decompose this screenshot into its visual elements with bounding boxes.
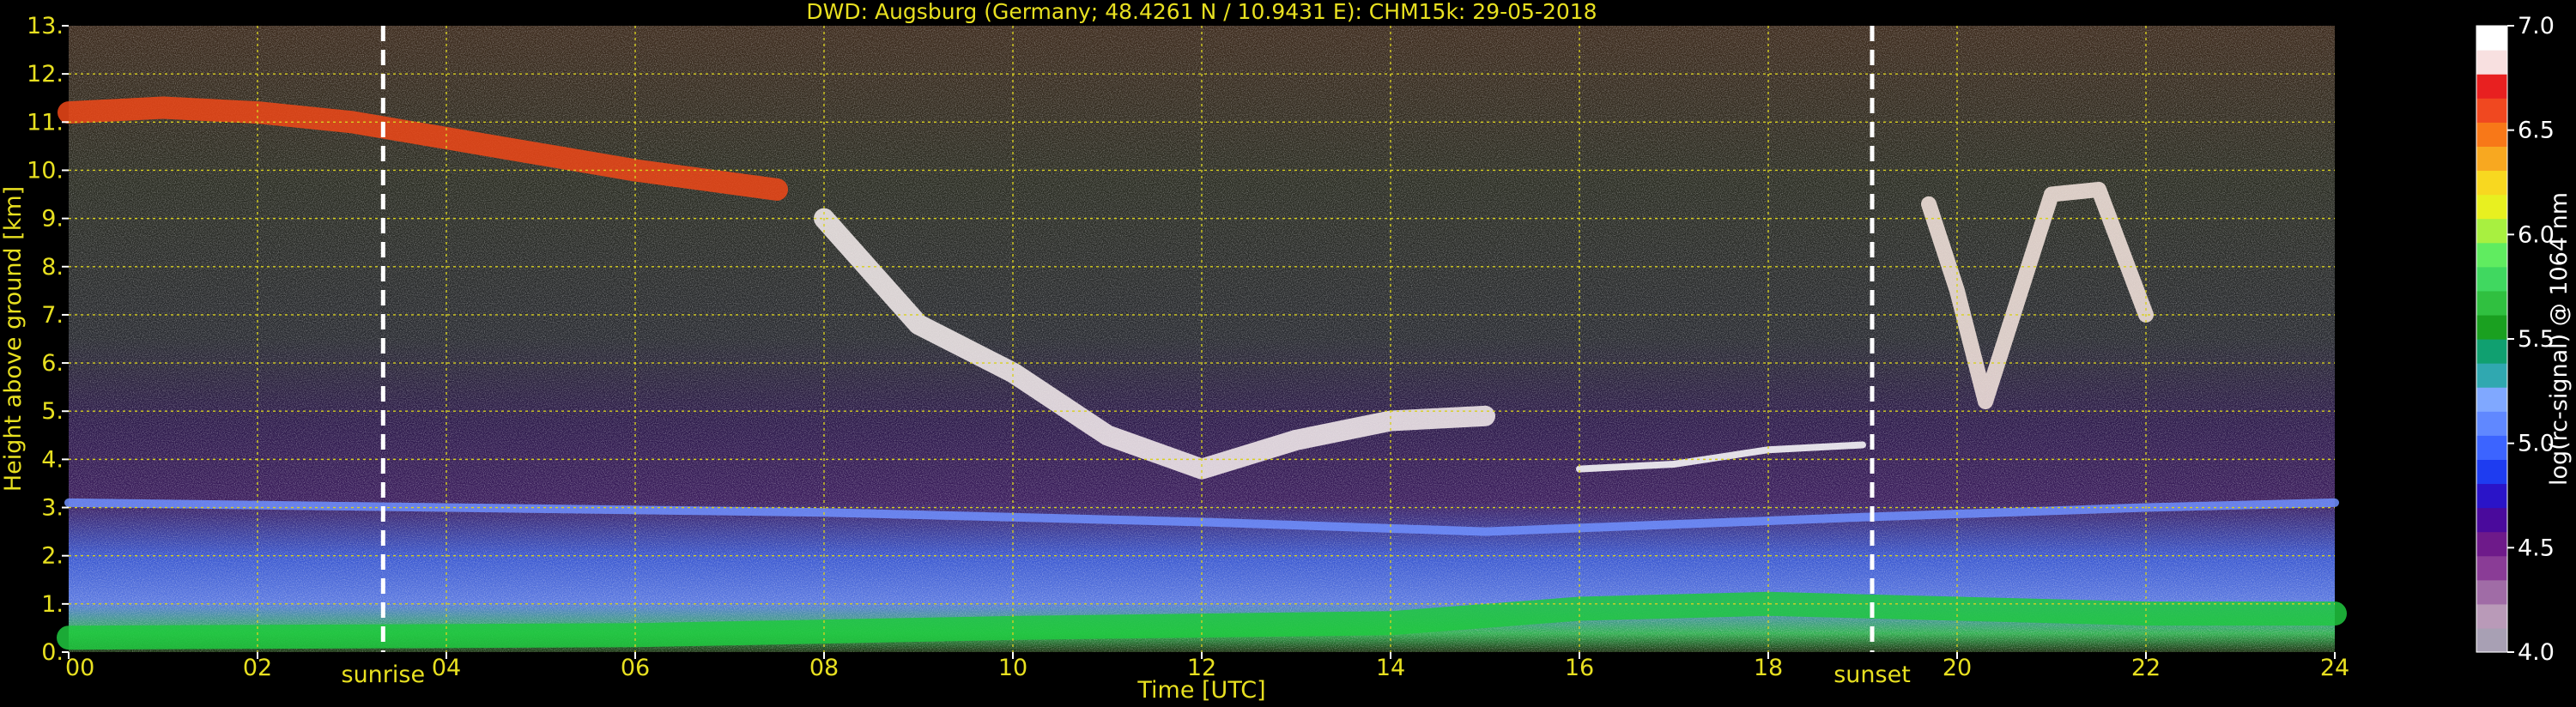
colorbar-segment-1 [2476, 603, 2507, 629]
y-tick-label-13: 13. [27, 13, 64, 39]
colorbar-segment-11 [2476, 363, 2507, 388]
x-tick-label-12: 24 [2320, 655, 2349, 681]
x-tick-label-3: 06 [621, 655, 650, 681]
y-axis-label: Height above ground [km] [0, 186, 27, 492]
x-tick-label-0: 00 [65, 655, 94, 681]
lidar-ceilometer-chart: sunrise sunset 00 02 04 06 08 10 12 14 16 18 20 22 24… [0, 0, 2573, 704]
colorbar-segment-16 [2476, 242, 2507, 268]
x-tick-label-1: 02 [243, 655, 272, 681]
y-tick-label-8: 8. [41, 254, 64, 281]
colorbar-tick-label-1: 4.5 [2518, 535, 2555, 561]
y-tick-label-11: 11. [27, 109, 64, 136]
x-tick-label-10: 20 [1943, 655, 1972, 681]
y-tick-label-3: 3. [41, 495, 64, 522]
colorbar-tick-label-5: 6.5 [2518, 118, 2555, 144]
colorbar: 4.04.55.05.56.06.57.0 [2476, 13, 2555, 666]
annotation-label-0: sunrise [342, 662, 426, 688]
y-tick-label-12: 12. [27, 61, 64, 88]
y-axis: 0. 1. 2. 3. 4. 5. 6. 7. 8. 9. 10. 11. 12. 13. [27, 13, 69, 666]
y-tick-label-0: 0. [41, 639, 64, 666]
y-tick-label-1: 1. [41, 591, 64, 618]
y-tick-label-10: 10. [27, 157, 64, 184]
colorbar-segment-9 [2476, 411, 2507, 436]
annotation-label-1: sunset [1834, 662, 1911, 688]
y-tick-label-2: 2. [41, 543, 64, 570]
colorbar-segment-10 [2476, 387, 2507, 412]
colorbar-segment-2 [2476, 579, 2507, 605]
x-tick-label-8: 16 [1565, 655, 1594, 681]
colorbar-segment-6 [2476, 483, 2507, 509]
colorbar-segment-25 [2476, 26, 2507, 51]
colorbar-segment-13 [2476, 314, 2507, 340]
colorbar-segment-22 [2476, 98, 2507, 123]
colorbar-segment-5 [2476, 507, 2507, 533]
x-tick-label-2: 04 [432, 655, 461, 681]
y-tick-label-4: 4. [41, 446, 64, 473]
colorbar-segment-17 [2476, 218, 2507, 244]
colorbar-segment-8 [2476, 435, 2507, 460]
colorbar-segment-4 [2476, 531, 2507, 557]
colorbar-segment-24 [2476, 50, 2507, 75]
colorbar-segment-21 [2476, 122, 2507, 147]
colorbar-segment-23 [2476, 74, 2507, 99]
x-tick-label-11: 22 [2131, 655, 2161, 681]
x-tick-label-7: 14 [1376, 655, 1405, 681]
chart-title: DWD: Augsburg (Germany; 48.4261 N / 10.9… [806, 0, 1597, 24]
colorbar-label: log(rc-signal) @ 1064 nm [2546, 192, 2573, 486]
colorbar-tick-label-6: 7.0 [2518, 13, 2555, 39]
y-tick-label-7: 7. [41, 302, 64, 329]
colorbar-segment-3 [2476, 555, 2507, 581]
x-tick-label-9: 18 [1754, 655, 1783, 681]
colorbar-segment-18 [2476, 194, 2507, 220]
plot-area: sunrise sunset [57, 26, 2347, 688]
x-axis-label: Time [UTC] [1136, 677, 1265, 704]
colorbar-segment-12 [2476, 339, 2507, 364]
colorbar-segment-19 [2476, 170, 2507, 196]
x-tick-label-5: 10 [998, 655, 1027, 681]
y-tick-label-6: 6. [41, 350, 64, 377]
colorbar-segment-14 [2476, 290, 2507, 316]
x-tick-label-4: 08 [809, 655, 839, 681]
y-tick-label-5: 5. [41, 398, 64, 425]
colorbar-segment-0 [2476, 627, 2507, 653]
colorbar-segment-7 [2476, 459, 2507, 485]
colorbar-tick-label-0: 4.0 [2518, 639, 2555, 666]
colorbar-segment-20 [2476, 146, 2507, 172]
colorbar-segment-15 [2476, 266, 2507, 292]
y-tick-label-9: 9. [41, 206, 64, 233]
